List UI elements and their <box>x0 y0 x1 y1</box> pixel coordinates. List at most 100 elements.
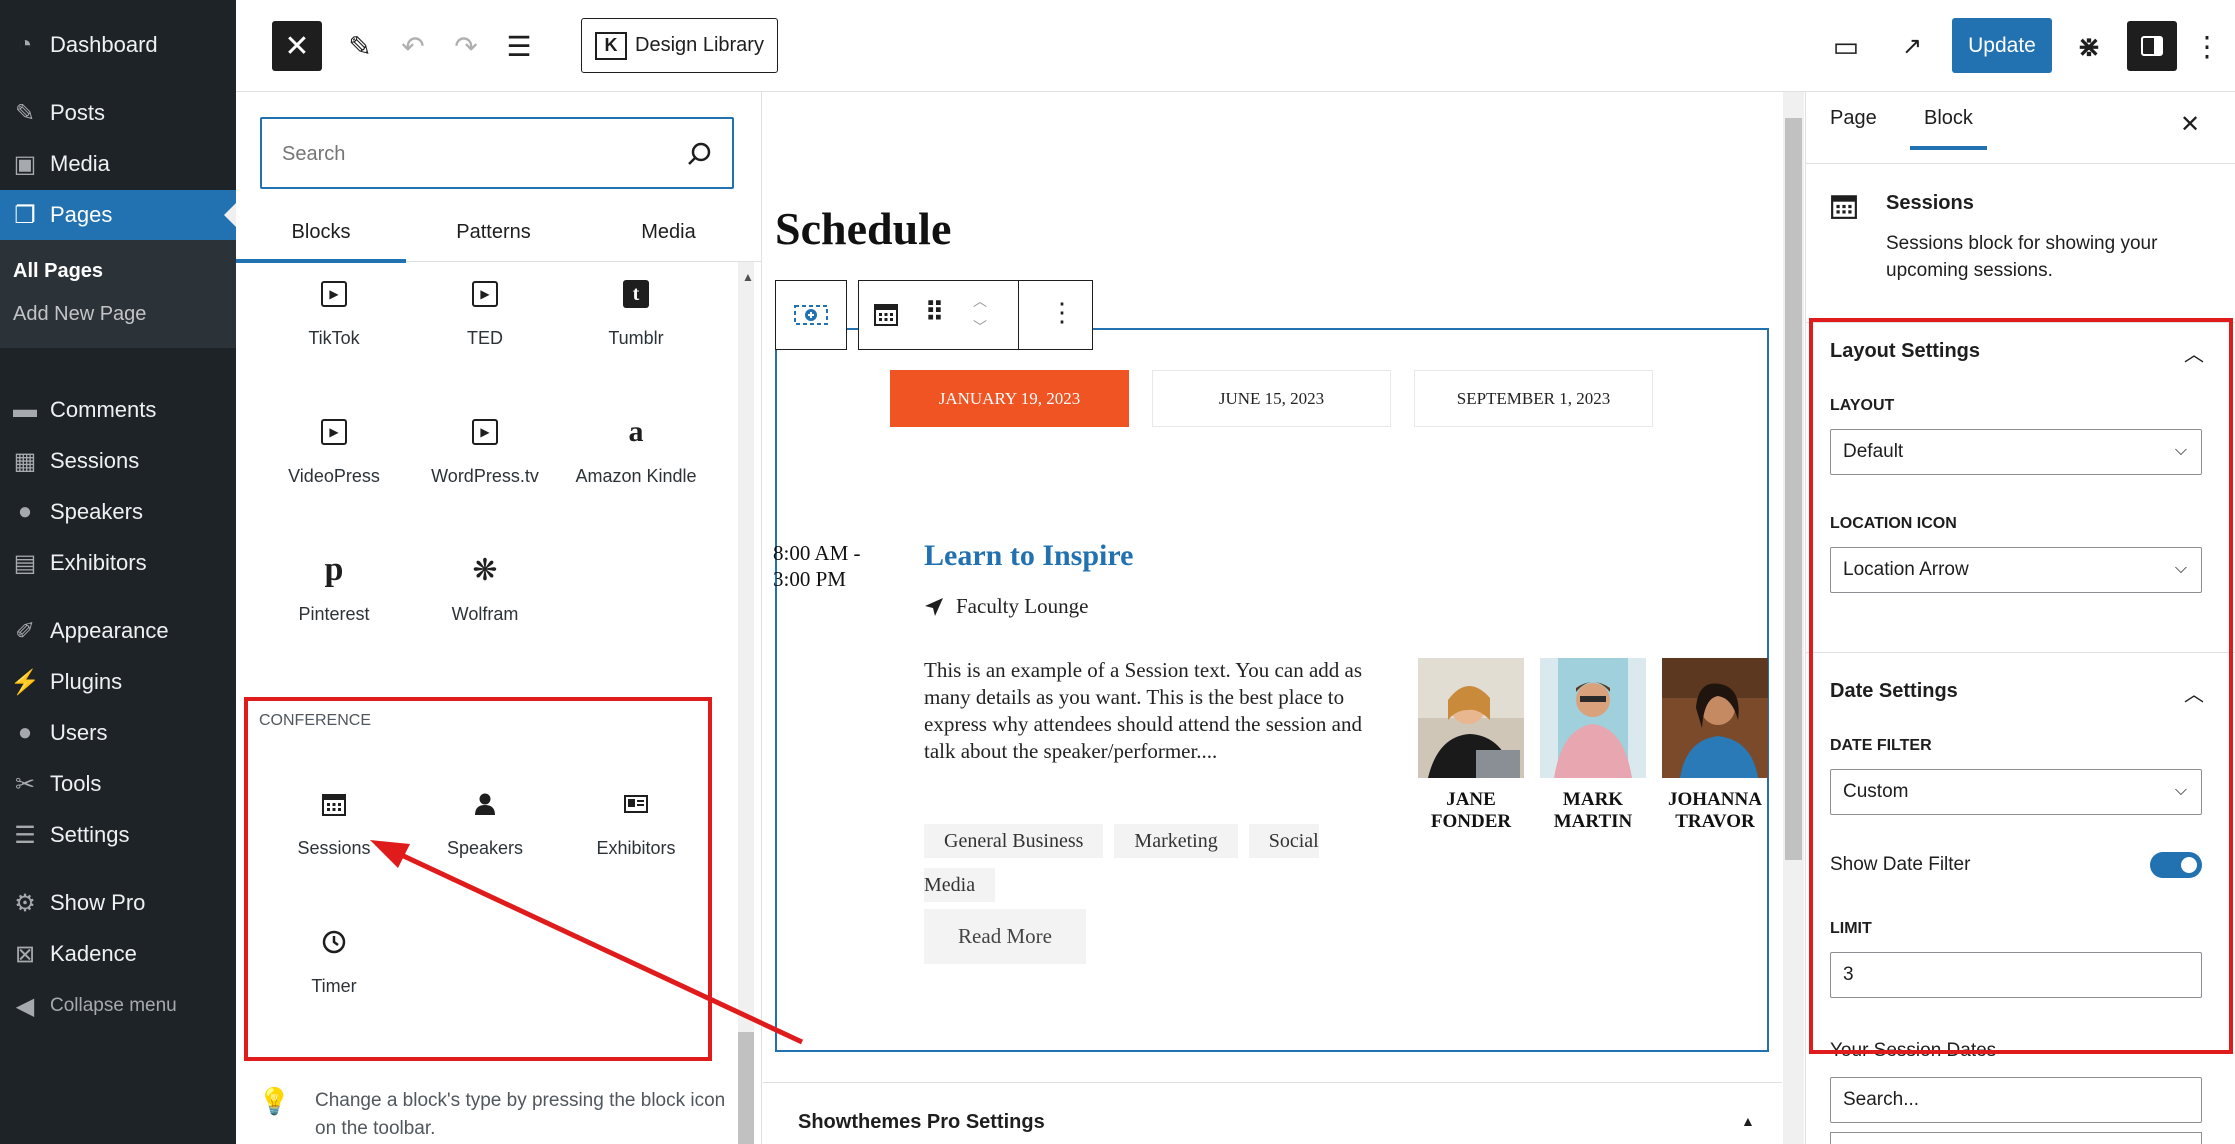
close-inserter-button[interactable]: ✕ <box>272 21 322 71</box>
calendar-icon: ▦ <box>13 447 37 475</box>
speaker-card[interactable]: JOHANNA TRAVOR <box>1662 658 1768 833</box>
users-icon: ● <box>17 719 33 746</box>
laptop-icon: ▭ <box>1832 30 1860 62</box>
gear-icon: ⚙ <box>14 889 36 917</box>
amazon-icon: a <box>628 415 644 448</box>
move-down-icon[interactable]: ﹀ <box>973 317 987 337</box>
menu-settings[interactable]: ☰ Settings <box>0 810 236 860</box>
block-tiktok[interactable]: ▶ TikTok <box>259 272 409 382</box>
redo-button[interactable]: ↷ <box>446 26 486 66</box>
editor-top-toolbar: ✕ ✎ ↶ ↷ ☰ K Design Library ▭ ↗ Update ⋇ … <box>236 0 2235 92</box>
session-description: This is an example of a Session text. Yo… <box>924 658 1363 763</box>
menu-appearance[interactable]: ✐ Appearance <box>0 606 236 656</box>
menu-media[interactable]: ▣ Media <box>0 139 236 189</box>
session-dates-search[interactable]: Search... <box>1830 1077 2202 1123</box>
settings-toggle-button[interactable] <box>2127 21 2177 71</box>
page-title[interactable]: Schedule <box>775 202 951 255</box>
drag-handle-icon[interactable]: ⠿ <box>925 297 944 328</box>
close-settings-icon[interactable]: ✕ <box>2180 110 2200 139</box>
sidebar-icon <box>2141 36 2163 56</box>
media-icon: ▣ <box>13 150 37 178</box>
speaker-photo <box>1662 658 1768 778</box>
external-link-icon: ↗ <box>1901 32 1923 60</box>
block-tumblr[interactable]: t Tumblr <box>561 272 711 382</box>
tag-item[interactable]: General Business <box>924 824 1104 858</box>
menu-kadence[interactable]: ⊠ Kadence <box>0 929 236 979</box>
speaker-card[interactable]: JANE FONDER <box>1418 658 1524 833</box>
menu-dashboard[interactable]: ◔ Dashboard <box>0 20 236 70</box>
tab-patterns[interactable]: Patterns <box>406 202 581 262</box>
block-switcher-button[interactable] <box>775 280 847 350</box>
comment-icon: ▬ <box>13 396 37 423</box>
lightbulb-icon: 💡 <box>258 1086 291 1116</box>
undo-button[interactable]: ↶ <box>393 26 433 66</box>
block-search-input[interactable] <box>282 139 662 169</box>
session-tags: General Business Marketing Social Media <box>924 819 1394 907</box>
speaker-photo <box>1540 658 1646 778</box>
canvas-scrollbar-thumb[interactable] <box>1785 118 1802 860</box>
more-vertical-icon[interactable]: ⋮ <box>1049 297 1075 328</box>
more-vertical-icon: ⋮ <box>2193 30 2221 62</box>
admin-sidebar: ◔ Dashboard ✎ Posts ▣ Media ❐ Pages All Page… <box>0 0 236 1144</box>
tab-blocks[interactable]: Blocks <box>236 202 406 263</box>
block-search[interactable] <box>260 117 734 189</box>
date-tab-2[interactable]: JUNE 15, 2023 <box>1152 370 1391 427</box>
menu-sessions[interactable]: ▦ Sessions <box>0 436 236 486</box>
options-menu-button[interactable]: ⋮ <box>2192 26 2222 66</box>
session-location: Faculty Lounge <box>924 594 1088 619</box>
menu-plugins[interactable]: ⚡ Plugins <box>0 657 236 707</box>
menu-speakers[interactable]: ● Speakers <box>0 487 236 537</box>
tab-page[interactable]: Page <box>1830 92 1877 144</box>
showthemes-pro-settings-metabox[interactable]: Showthemes Pro Settings ▲ <box>763 1082 1782 1144</box>
submenu-add-new-page[interactable]: Add New Page <box>13 303 146 326</box>
speaker-card[interactable]: MARK MARTIN <box>1540 658 1646 833</box>
document-overview-button[interactable]: ☰ <box>499 26 539 66</box>
preview-button[interactable]: ▭ <box>1826 26 1866 66</box>
search-icon <box>688 142 711 165</box>
block-wordpress-tv[interactable]: ▶ WordPress.tv <box>410 410 560 520</box>
block-amazon-kindle[interactable]: a Amazon Kindle <box>561 410 711 520</box>
block-pinterest[interactable]: p Pinterest <box>259 548 409 658</box>
date-tab-3[interactable]: SEPTEMBER 1, 2023 <box>1414 370 1653 427</box>
tools-button[interactable]: ✎ <box>340 26 380 66</box>
collapse-menu[interactable]: ◀ Collapse menu <box>0 981 236 1031</box>
pages-icon: ❐ <box>14 201 36 229</box>
tag-item[interactable]: Marketing <box>1114 824 1238 858</box>
calendar-icon <box>1830 192 1858 225</box>
inserter-scrollbar-thumb[interactable] <box>738 1032 754 1144</box>
calendar-icon[interactable] <box>873 301 899 332</box>
kadence-toolbar-button[interactable]: ⋇ <box>2069 26 2109 66</box>
menu-tools[interactable]: ✂ Tools <box>0 759 236 809</box>
collapse-icon: ◀ <box>15 992 35 1020</box>
menu-comments[interactable]: ▬ Comments <box>0 385 236 435</box>
date-tab-1[interactable]: JANUARY 19, 2023 <box>890 370 1129 427</box>
block-card-title: Sessions <box>1886 192 1974 214</box>
session-time: 8:00 AM - 3:00 PM <box>773 541 861 591</box>
menu-users[interactable]: ● Users <box>0 708 236 758</box>
menu-posts[interactable]: ✎ Posts <box>0 88 236 138</box>
scroll-up-arrow-icon[interactable]: ▲ <box>742 270 754 284</box>
submenu-all-pages[interactable]: All Pages <box>13 260 103 283</box>
session-title[interactable]: Learn to Inspire <box>924 539 1133 573</box>
menu-pages[interactable]: ❐ Pages <box>0 190 236 240</box>
tumblr-icon: t <box>623 280 649 308</box>
menu-show-pro[interactable]: ⚙ Show Pro <box>0 878 236 928</box>
inserter-scrollbar[interactable] <box>738 262 754 1144</box>
block-videopress[interactable]: ▶ VideoPress <box>259 410 409 520</box>
chevron-up-icon[interactable]: ▲ <box>1741 1113 1755 1129</box>
speaker-photo <box>1418 658 1524 778</box>
tab-block[interactable]: Block <box>1910 92 1987 150</box>
block-wolfram[interactable]: ❋ Wolfram <box>410 548 560 658</box>
block-ted[interactable]: ▶ TED <box>410 272 560 382</box>
view-post-button[interactable]: ↗ <box>1892 26 1932 66</box>
wolfram-icon: ❋ <box>472 553 498 587</box>
update-button[interactable]: Update <box>1952 18 2052 73</box>
session-dates-list[interactable] <box>1830 1132 2202 1144</box>
move-up-icon[interactable]: ︿ <box>973 291 987 311</box>
design-library-button[interactable]: K Design Library <box>581 18 778 73</box>
read-more-button[interactable]: Read More <box>924 909 1086 964</box>
editor-canvas: Schedule ⠿ ︿ ﹀ ⋮ JANUARY 19, 2023 JUNE 1… <box>763 92 1782 1144</box>
menu-exhibitors[interactable]: ▤ Exhibitors <box>0 538 236 588</box>
kadence-icon: ⊠ <box>14 940 36 968</box>
tab-media[interactable]: Media <box>581 202 756 262</box>
